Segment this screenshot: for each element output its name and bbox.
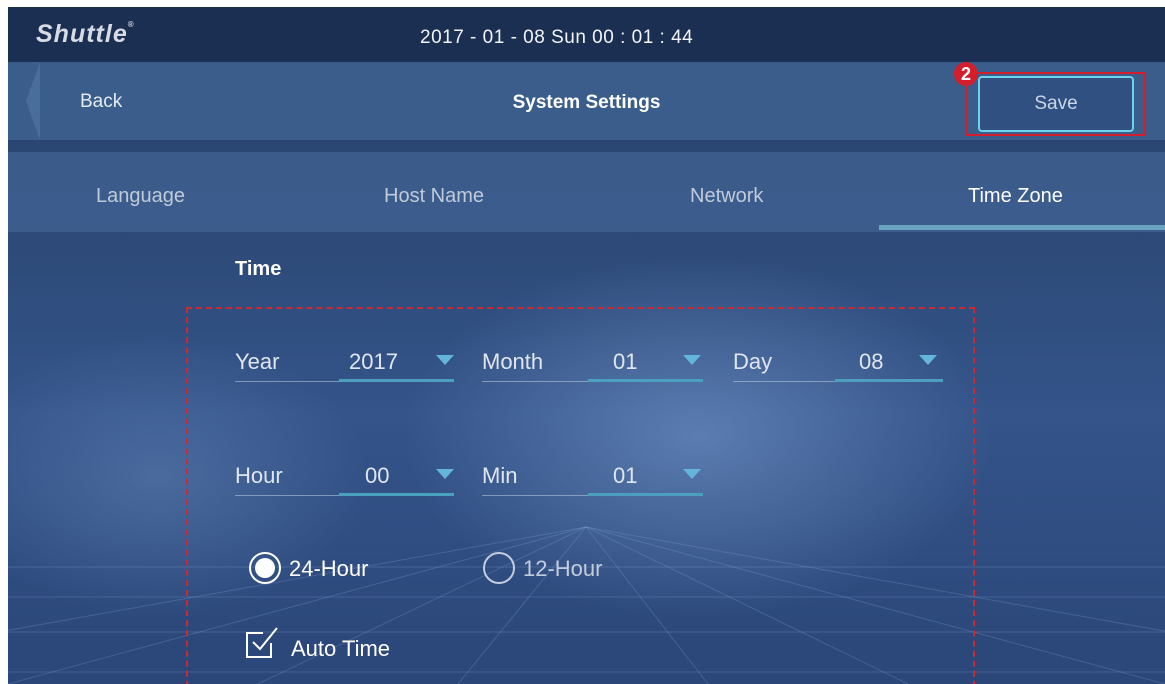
- title-bar: Back System Settings Save 2: [8, 62, 1165, 140]
- auto-time-label[interactable]: Auto Time: [291, 636, 390, 662]
- chevron-down-icon: [919, 355, 937, 365]
- select-underline: [588, 493, 703, 496]
- chevron-down-icon: [683, 355, 701, 365]
- day-label: Day: [733, 349, 773, 374]
- section-title: Time: [235, 258, 282, 280]
- min-select[interactable]: 01: [588, 463, 703, 497]
- tab-network[interactable]: Network: [690, 185, 763, 208]
- save-button[interactable]: Save: [978, 76, 1134, 132]
- status-bar: Shuttle® 2017 - 01 - 08 Sun 00 : 01 : 44: [8, 7, 1165, 62]
- chevron-down-icon: [436, 355, 454, 365]
- brand-logo: Shuttle®: [36, 20, 135, 48]
- month-value: 01: [613, 349, 638, 374]
- day-select[interactable]: 08: [835, 349, 943, 383]
- month-select[interactable]: 01: [588, 349, 703, 383]
- select-underline: [835, 379, 943, 382]
- month-label-rule: [482, 381, 588, 382]
- hour-label-rule: [235, 495, 339, 496]
- checkbox-checked-icon[interactable]: [245, 625, 279, 659]
- select-underline: [339, 493, 454, 496]
- datetime-display: 2017 - 01 - 08 Sun 00 : 01 : 44: [420, 27, 694, 48]
- day-label-rule: [733, 381, 835, 382]
- select-underline: [588, 379, 703, 382]
- radio-24-hour[interactable]: [249, 552, 281, 584]
- radio-12-hour[interactable]: [483, 552, 515, 584]
- chevron-down-icon: [683, 469, 701, 479]
- tab-time-zone[interactable]: Time Zone: [968, 185, 1063, 208]
- chevron-down-icon: [436, 469, 454, 479]
- year-select[interactable]: 2017: [339, 349, 454, 383]
- option-24-hour-label[interactable]: 24-Hour: [289, 556, 368, 582]
- min-label: Min: [482, 463, 518, 488]
- hour-select[interactable]: 00: [339, 463, 454, 497]
- tab-host-name[interactable]: Host Name: [384, 185, 484, 208]
- option-12-hour-label[interactable]: 12-Hour: [523, 556, 602, 582]
- step-number-badge: 2: [954, 62, 978, 86]
- month-label: Month: [482, 349, 544, 374]
- active-tab-indicator: [879, 225, 1165, 230]
- year-value: 2017: [349, 349, 398, 374]
- settings-tabs: Language Host Name Network Time Zone: [8, 152, 1165, 232]
- day-value: 08: [859, 349, 884, 374]
- tab-language[interactable]: Language: [96, 185, 185, 208]
- app-screen: Shuttle® 2017 - 01 - 08 Sun 00 : 01 : 44…: [8, 7, 1165, 684]
- min-label-rule: [482, 495, 588, 496]
- hour-label: Hour: [235, 463, 283, 488]
- min-value: 01: [613, 463, 638, 488]
- year-label: Year: [235, 349, 280, 374]
- year-label-rule: [235, 381, 339, 382]
- hour-value: 00: [365, 463, 390, 488]
- select-underline: [339, 379, 454, 382]
